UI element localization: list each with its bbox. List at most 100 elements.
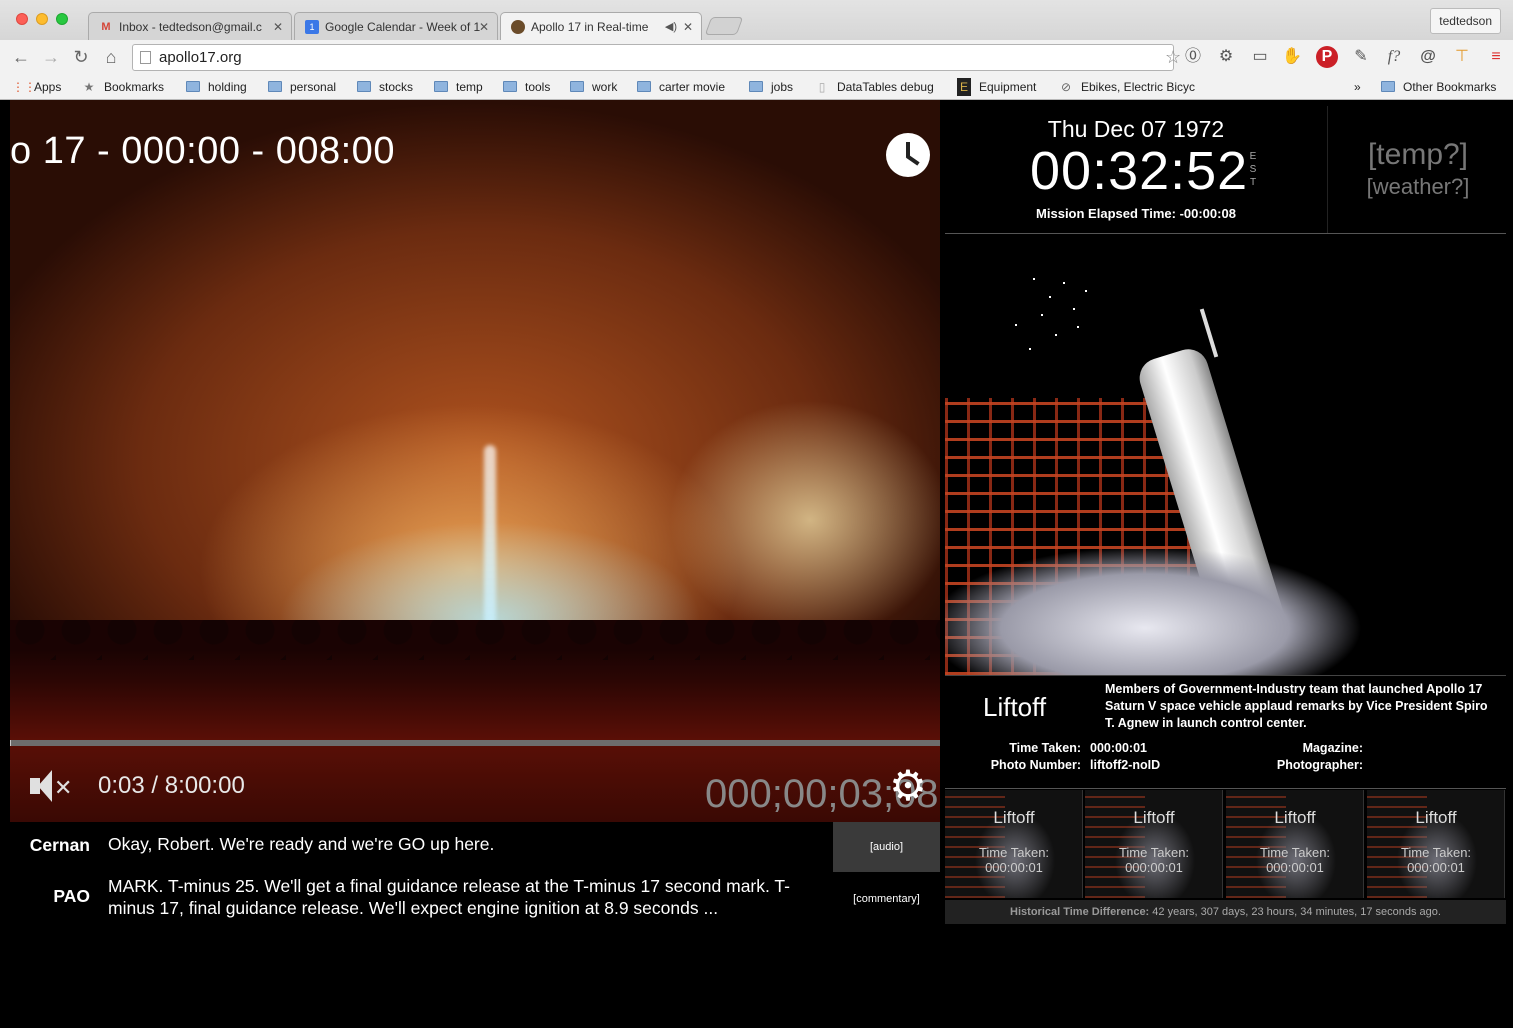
historical-value: 42 years, 307 days, 23 hours, 34 minutes… [1152,906,1441,918]
bookmark-stocks[interactable]: stocks [357,78,413,96]
tab-label: Apollo 17 in Real-time [531,20,648,34]
minimize-window-button[interactable] [36,13,48,25]
star-dot [1073,308,1075,310]
timezone-label: E S T [1248,150,1258,189]
zoom-window-button[interactable] [56,13,68,25]
tab-inbox[interactable]: M Inbox - tedtedson@gmail.c ✕ [88,12,292,40]
video-frame[interactable] [10,100,940,822]
bookmark-datatables-debug[interactable]: ▯DataTables debug [815,78,934,96]
thumbnail-label: Time Taken: [945,845,1083,860]
video-title: o 17 - 000:00 - 008:00 [10,130,395,173]
tz-letter: E [1248,150,1258,163]
bookmark-personal[interactable]: personal [268,78,336,96]
photo-description: Members of Government-Industry team that… [1105,681,1500,732]
tool-extension-icon[interactable]: ⊤ [1451,46,1473,68]
photo-thumbnail[interactable]: Liftoff Time Taken: 000:00:01 [945,790,1083,898]
folder-icon [1381,81,1395,92]
star-dot [1077,326,1079,328]
transcript-panel: Cernan Okay, Robert. We're ready and we'… [10,822,833,928]
url-text: apollo17.org [159,49,242,66]
star-icon: ★ [82,78,96,96]
mute-x-icon: ✕ [54,771,72,805]
new-tab-button[interactable] [705,17,744,35]
thumbnail-value: 000:00:01 [1226,860,1364,875]
folder-icon [186,81,200,92]
gmail-icon: M [99,20,113,34]
close-window-button[interactable] [16,13,28,25]
tab-strip: M Inbox - tedtedson@gmail.c ✕ 1 Google C… [0,0,1513,40]
home-icon[interactable]: ⌂ [100,46,122,68]
bookmark-bookmarks[interactable]: ★Bookmarks [82,78,164,96]
thumbnail-label: Time Taken: [1085,845,1223,860]
mission-photo[interactable] [945,238,1506,675]
clock-icon[interactable] [886,133,930,177]
thumbnail-value: 000:00:01 [945,860,1083,875]
bookmark-jobs[interactable]: jobs [749,78,793,96]
mission-elapsed-time: Mission Elapsed Time: -00:00:08 [945,206,1327,221]
ebike-icon: ⊘ [1059,78,1073,96]
back-icon[interactable]: ← [10,46,32,68]
historical-time-difference: Historical Time Difference: 42 years, 30… [945,900,1506,924]
photo-thumbnail[interactable]: Liftoff Time Taken: 000:00:01 [1085,790,1223,898]
bookmark-label: Ebikes, Electric Bicyc [1081,80,1195,94]
bookmarks-overflow-button[interactable]: » [1342,78,1361,96]
photo-thumbnail[interactable]: Liftoff Time Taken: 000:00:01 [1226,790,1364,898]
transcript-text: Okay, Robert. We're ready and we're GO u… [108,833,798,855]
bookmark-carter-movie[interactable]: carter movie [637,78,725,96]
gear-icon[interactable]: ⚙ [887,765,929,807]
photo-thumbnail[interactable]: Liftoff Time Taken: 000:00:01 [1367,790,1505,898]
window-edge [1506,200,1513,1028]
audio-button[interactable]: [audio] [833,822,940,872]
close-tab-icon[interactable]: ✕ [479,13,489,40]
bookmark-label: DataTables debug [837,80,934,94]
bookmark-label: jobs [771,80,793,94]
mute-button[interactable]: ✕ [30,770,72,804]
star-dot [1085,290,1087,292]
puzzle-extension-icon[interactable]: ✋ [1281,46,1303,68]
close-tab-icon[interactable]: ✕ [683,13,693,40]
onepassword-icon[interactable]: ⓪ [1182,46,1204,68]
speaker-icon [30,778,40,794]
cast-icon[interactable]: ▭ [1249,46,1271,68]
thumbnail-label: Time Taken: [1367,845,1505,860]
bookmark-label: personal [290,80,336,94]
bookmark-tools[interactable]: tools [503,78,550,96]
tab-apollo[interactable]: Apollo 17 in Real-time ◀) ✕ [500,12,702,40]
time-taken-label: Time Taken: [975,741,1081,755]
settings-extension-icon[interactable]: ⚙ [1215,46,1237,68]
menu-icon[interactable]: ≡ [1485,46,1507,68]
info-panel: Thu Dec 07 1972 00:32:52 E S T Mission E… [945,100,1513,928]
bookmark-star-icon[interactable]: ☆ [1165,45,1167,47]
thumbnail-value: 000:00:01 [1367,860,1505,875]
video-progress-bar[interactable] [10,740,940,746]
bookmark-label: Equipment [979,80,1036,94]
address-bar[interactable]: apollo17.org ☆ [132,44,1174,71]
bookmark-temp[interactable]: temp [434,78,483,96]
reload-icon[interactable]: ↻ [70,46,92,68]
at-extension-icon[interactable]: @ [1417,46,1439,68]
pinterest-icon[interactable]: P [1316,46,1338,68]
apps-grid-icon: ⋮⋮ [12,78,26,96]
tab-label: Google Calendar - Week of 1 [325,20,480,34]
launch-plume [484,445,496,625]
star-dot [1063,282,1065,284]
folder-icon [637,81,651,92]
escape-tower [1200,309,1218,358]
bookmark-ebikes[interactable]: ⊘ Ebikes, Electric Bicyc [1059,78,1201,96]
tab-calendar[interactable]: 1 Google Calendar - Week of 1 ✕ [294,12,498,40]
transcript-speaker: PAO [10,886,90,907]
bookmark-apps[interactable]: ⋮⋮Apps [12,78,61,96]
star-dot [1055,334,1057,336]
bookmark-other-bookmarks[interactable]: Other Bookmarks [1381,78,1496,96]
fonts-extension-icon[interactable]: f? [1383,46,1405,68]
bookmark-holding[interactable]: holding [186,78,247,96]
close-tab-icon[interactable]: ✕ [273,13,283,40]
forward-icon[interactable]: → [40,46,62,68]
speaker-icon[interactable]: ◀) [665,13,677,40]
eyedropper-icon[interactable]: ✎ [1350,46,1372,68]
commentary-button[interactable]: [commentary] [833,874,940,924]
profile-button[interactable]: tedtedson [1430,8,1501,34]
bookmark-work[interactable]: work [570,78,617,96]
tz-letter: S [1248,163,1258,176]
bookmark-equipment[interactable]: EEquipment [957,78,1036,96]
